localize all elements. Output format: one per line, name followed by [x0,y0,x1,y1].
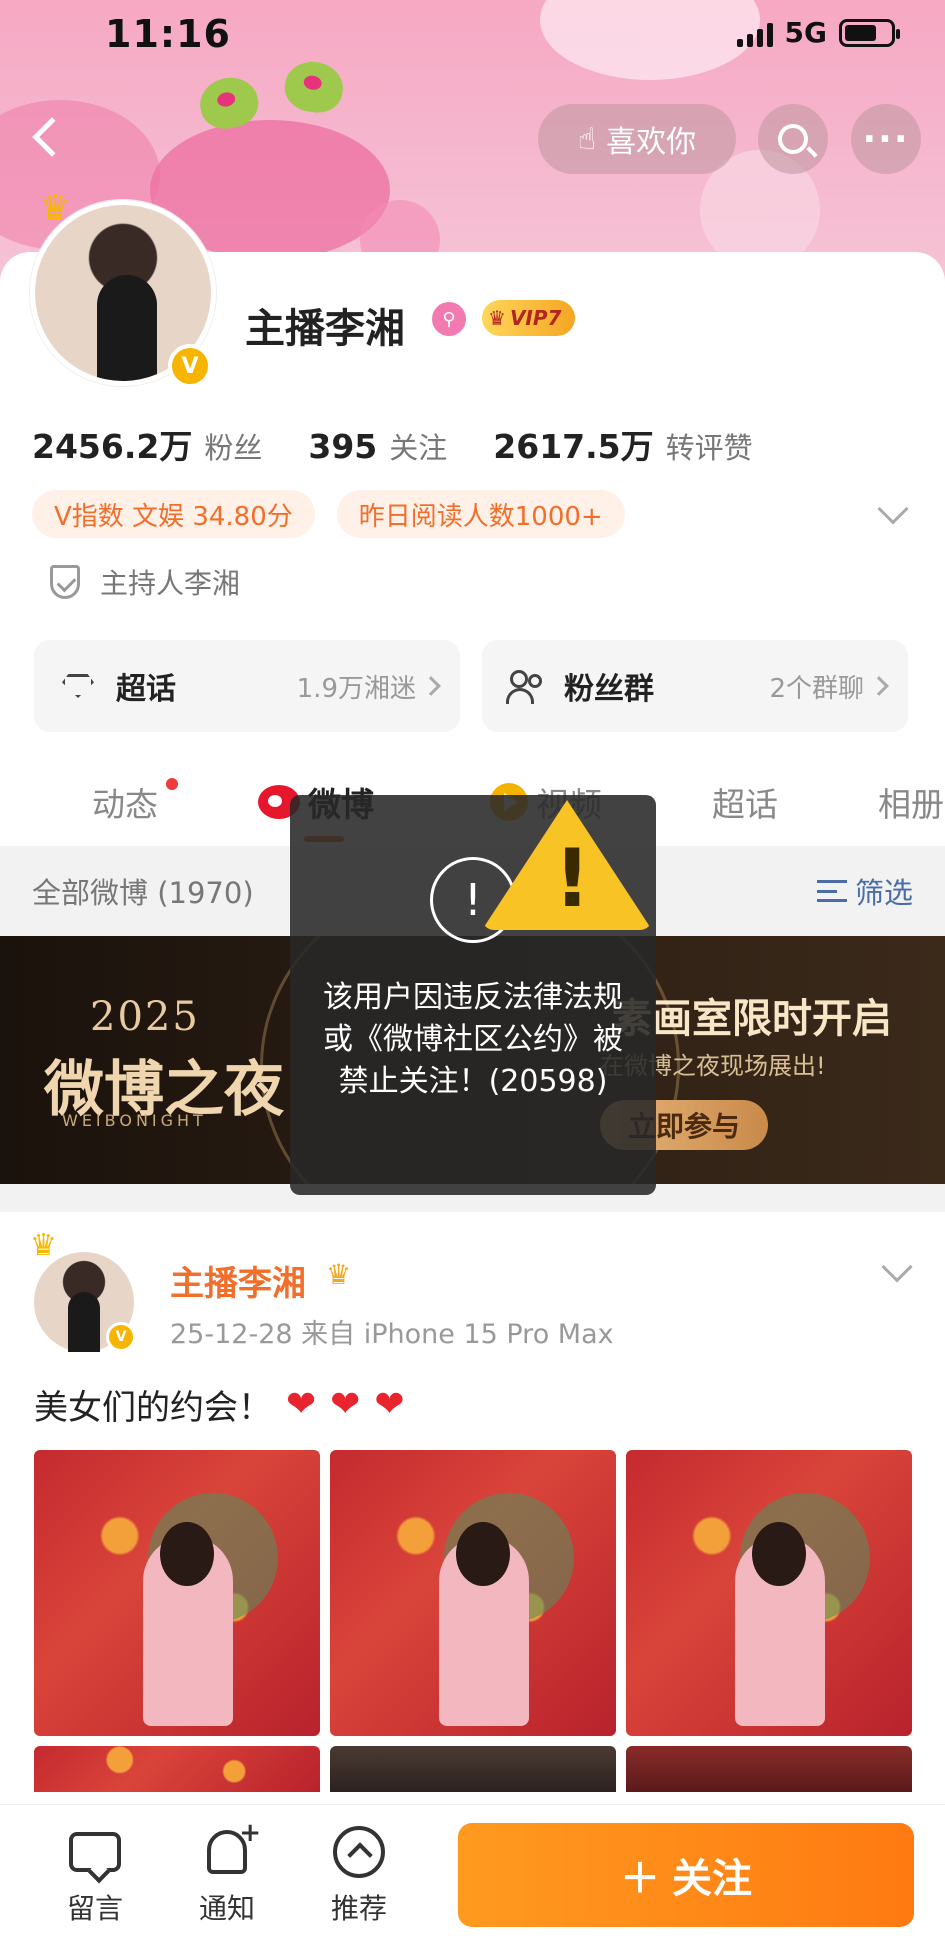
like-hand-icon: ☝ [577,121,597,157]
post-photo[interactable] [34,1450,320,1736]
tab-supertopic[interactable]: 超话 [712,778,778,826]
stat-value: 2617.5万 [493,427,654,466]
supertopic-card[interactable]: 超话 1.9万湘迷 [34,640,460,732]
bottom-bar-label: 通知 [198,1892,255,1925]
profile-tags: V指数 文娱 34.80分 昨日阅读人数1000+ [32,490,625,538]
more-icon: ··· [862,118,910,160]
search-icon [778,124,808,154]
tab-dynamics[interactable]: 动态 [92,778,158,826]
comment-button[interactable]: 留言 [50,1827,140,1927]
signal-icon [736,19,773,47]
follow-label: 关注 [672,1856,752,1902]
post-photo[interactable] [330,1450,616,1736]
promo-year: 2025 [90,994,200,1040]
vip-label: VIP7 [509,306,562,330]
network-type: 5G [784,16,827,49]
vip-badge[interactable]: ♛ VIP7 [482,300,576,336]
like-you-button[interactable]: ☝ 喜欢你 [538,104,736,174]
post-photo[interactable] [626,1450,912,1736]
status-indicators: 5G [736,16,900,49]
certification: 主持人李湘 [50,562,240,602]
card-subtitle: 2个群聊 [769,673,864,704]
chevron-right-icon [421,676,441,696]
stat-label: 粉丝 [204,431,263,465]
banner-decoration [540,0,760,80]
shield-icon [50,565,80,599]
tab-label: 超话 [712,785,778,824]
card-title: 粉丝群 [564,672,654,707]
stat-following[interactable]: 395 关注 [308,425,447,467]
bottom-bar-label: 留言 [66,1892,123,1925]
back-button[interactable] [18,110,72,164]
crown-icon: ♛ [30,1228,57,1263]
live-badge-icon[interactable]: ⚲ [432,302,466,336]
notification-dot [166,778,178,790]
filter-label: 筛选 [854,876,913,910]
stat-interactions[interactable]: 2617.5万 转评赞 [493,420,752,468]
bottom-action-bar: 留言 通知 推荐 ＋ 关注 [0,1804,945,1950]
post-photo[interactable] [330,1746,616,1792]
battery-icon [839,18,900,47]
like-you-label: 喜欢你 [606,125,697,160]
post-photo-grid [34,1450,912,1792]
chevron-up-circle-icon [333,1826,385,1878]
card-title: 超话 [116,672,176,707]
verified-badge-icon: V [168,344,212,388]
heart-icon: ❤ [330,1384,361,1425]
post-photo[interactable] [34,1746,320,1792]
tab-album[interactable]: 相册 [878,778,944,826]
v-index-tag[interactable]: V指数 文娱 34.80分 [32,490,315,538]
bell-plus-icon [207,1818,261,1874]
people-icon [506,668,546,704]
bird-illustration [281,57,347,117]
post-author[interactable]: 主播李湘 [170,1256,306,1305]
fan-group-card[interactable]: 粉丝群 2个群聊 [482,640,908,732]
chat-bubble-icon [69,1832,121,1872]
stat-label: 关注 [389,431,448,465]
certification-text: 主持人李湘 [100,567,241,600]
card-subtitle: 1.9万湘迷 [296,673,416,704]
plus-icon: ＋ [620,1856,660,1902]
promo-english: WEIBONIGHT [62,1111,207,1130]
verified-badge-icon: V [106,1322,136,1352]
heart-icon: ❤ [374,1384,405,1425]
notify-button[interactable]: 通知 [182,1818,272,1927]
post-text: 美女们的约会！ ❤ ❤ ❤ [34,1380,405,1429]
recommend-button[interactable]: 推荐 [314,1826,404,1927]
tab-label: 相册 [878,785,944,824]
post-photo[interactable] [626,1746,912,1792]
stat-label: 转评赞 [665,431,753,465]
stat-value: 395 [308,427,378,466]
filter-button[interactable]: 筛选 [816,870,913,912]
crown-icon: ♛ [40,188,71,228]
status-time: 11:16 [105,12,231,56]
post-menu-chevron-icon[interactable] [881,1251,913,1283]
search-button[interactable] [758,104,828,174]
tab-label: 动态 [92,785,158,824]
reads-tag[interactable]: 昨日阅读人数1000+ [336,490,625,538]
profile-name: 主播李湘 [245,306,405,352]
toast-message: 该用户因违反法律法规或《微博社区公约》被禁止关注！(20598) [323,980,623,1099]
filter-icon [816,880,847,902]
vip-crown-icon: ♛ [488,306,506,330]
chevron-left-icon [32,117,72,157]
post-text-content: 美女们的约会！ [34,1388,272,1428]
follow-button[interactable]: ＋ 关注 [458,1823,914,1927]
more-button[interactable]: ··· [851,104,921,174]
post-meta: 25-12-28 来自 iPhone 15 Pro Max [170,1319,614,1350]
bottom-bar-label: 推荐 [330,1892,387,1925]
info-cards: 超话 1.9万湘迷 粉丝群 2个群聊 [34,640,908,732]
diamond-icon [62,674,94,698]
chevron-right-icon [869,676,889,696]
heart-icon: ❤ [286,1384,317,1425]
profile-stats: 2456.2万 粉丝 395 关注 2617.5万 转评赞 [32,420,753,468]
stat-value: 2456.2万 [32,427,193,466]
member-crown-icon: ♛ [326,1258,352,1291]
warning-sign-icon: ! [482,800,652,940]
stat-followers[interactable]: 2456.2万 粉丝 [32,420,262,468]
